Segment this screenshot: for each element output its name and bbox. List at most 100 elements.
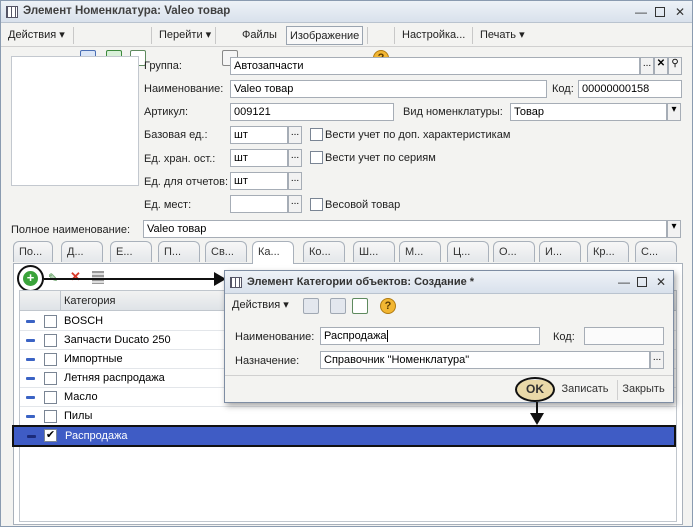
dialog-name-label: Наименование: (235, 331, 315, 343)
series-checkbox[interactable] (310, 151, 323, 164)
minimize-button[interactable]: — (634, 5, 648, 19)
go-menu[interactable]: Перейти ▾ (156, 26, 214, 45)
extra-chars-checkbox[interactable] (310, 128, 323, 141)
dialog-refresh-icon[interactable] (330, 298, 346, 314)
row-checkbox[interactable]: ✔ (44, 429, 57, 442)
report-unit-select-button[interactable]: ... (288, 172, 302, 190)
storage-unit-label: Ед. хран. ост.: (144, 153, 216, 165)
full-name-field[interactable]: Valeo товар (143, 220, 667, 238)
dialog-help-icon[interactable]: ? (380, 298, 396, 314)
delete-icon[interactable]: ✕ (70, 270, 82, 283)
separator (367, 27, 368, 44)
dialog-purpose-select-button[interactable]: ... (650, 351, 664, 369)
separator (472, 27, 473, 44)
article-field[interactable]: 009121 (230, 103, 394, 121)
tab-7[interactable]: Ш... (353, 241, 395, 262)
table-row-selected[interactable]: ✔ Распродажа (12, 425, 676, 447)
dialog-footer-divider (225, 375, 673, 376)
row-checkbox[interactable] (44, 410, 57, 423)
settings-button[interactable]: Настройка... (399, 26, 468, 45)
dialog-minimize-button[interactable]: — (617, 275, 631, 289)
separator (151, 27, 152, 44)
dialog-purpose-field[interactable]: Справочник "Номенклатура" (320, 351, 650, 369)
code-field[interactable]: 00000000158 (578, 80, 682, 98)
separator (215, 27, 216, 44)
dialog-purpose-label: Назначение: (235, 355, 300, 367)
group-search-icon[interactable]: ⚲ (668, 57, 682, 75)
item-marker-icon (27, 435, 36, 438)
category-column-header[interactable]: Категория (64, 295, 115, 307)
tab-6[interactable]: Ко... (303, 241, 345, 262)
code-label: Код: (552, 83, 574, 95)
dialog-copy-icon[interactable] (352, 298, 368, 314)
row-checkbox[interactable] (44, 372, 57, 385)
tab-9[interactable]: Ц... (447, 241, 489, 262)
tab-13[interactable]: С... (635, 241, 677, 262)
actions-menu[interactable]: Действия ▾ (5, 26, 68, 45)
print-label: Печать (480, 29, 517, 41)
dialog-actions-menu[interactable]: Действия ▾ (229, 296, 292, 315)
main-toolbar: Действия ▾ Перейти ▾ Файлы Изображение ?… (1, 24, 692, 66)
kind-field[interactable]: Товар (510, 103, 667, 121)
storage-unit-field[interactable]: шт (230, 149, 288, 167)
row-label: Запчасти Ducato 250 (64, 334, 171, 346)
tab-10[interactable]: О... (493, 241, 535, 262)
item-marker-icon (26, 320, 35, 323)
place-unit-select-button[interactable]: ... (288, 195, 302, 213)
full-name-dropdown-icon[interactable]: ▾ (667, 220, 681, 238)
image-button[interactable]: Изображение (286, 26, 364, 45)
tab-3[interactable]: П... (158, 241, 200, 262)
base-unit-field[interactable]: шт (230, 126, 288, 144)
dialog-close-button[interactable]: ✕ (654, 275, 668, 289)
dialog-code-field[interactable] (584, 327, 664, 345)
base-unit-select-button[interactable]: ... (288, 126, 302, 144)
tab-1[interactable]: Д... (61, 241, 103, 262)
tab-8[interactable]: М... (399, 241, 441, 262)
dialog-maximize-button[interactable] (635, 275, 649, 289)
column-divider (60, 291, 61, 311)
kind-dropdown-icon[interactable]: ▾ (667, 103, 681, 121)
report-unit-field[interactable]: шт (230, 172, 288, 190)
image-area[interactable] (11, 56, 139, 186)
kind-label: Вид номенклатуры: (403, 106, 503, 118)
report-unit-label: Ед. для отчетов: (144, 176, 229, 188)
group-select-button[interactable]: ... (640, 57, 654, 75)
group-field[interactable]: Автозапчасти (230, 57, 640, 75)
weight-checkbox[interactable] (310, 198, 323, 211)
row-checkbox[interactable] (44, 334, 57, 347)
name-field[interactable]: Valeo товар (230, 80, 547, 98)
dialog-name-field[interactable]: Распродажа (320, 327, 540, 345)
full-name-label: Полное наименование: (11, 224, 131, 236)
close-button[interactable]: ✕ (673, 5, 687, 19)
row-checkbox[interactable] (44, 315, 57, 328)
tab-0[interactable]: По... (13, 241, 53, 262)
tab-11[interactable]: И... (539, 241, 581, 262)
main-window: Элемент Номенклатура: Valeo товар — ✕ Де… (0, 0, 693, 527)
tab-4[interactable]: Св... (205, 241, 247, 262)
category-dialog: Элемент Категории объектов: Создание * —… (224, 270, 674, 403)
extra-chars-label: Вести учет по доп. характеристикам (325, 129, 511, 141)
arrow-to-dialog (44, 278, 226, 280)
tab-12[interactable]: Кр... (587, 241, 629, 262)
dialog-save-icon[interactable] (303, 298, 319, 314)
group-clear-button[interactable]: ✕ (654, 57, 668, 75)
dialog-close-text-button[interactable]: Закрыть (617, 380, 669, 400)
storage-unit-select-button[interactable]: ... (288, 149, 302, 167)
row-checkbox[interactable] (44, 391, 57, 404)
dialog-code-label: Код: (553, 331, 575, 343)
row-label: Пилы (64, 410, 93, 422)
save-button[interactable]: Записать (559, 380, 611, 400)
name-label: Наименование: (144, 83, 224, 95)
tab-2[interactable]: Е... (110, 241, 152, 262)
row-checkbox[interactable] (44, 353, 57, 366)
weight-label: Весовой товар (325, 199, 401, 211)
article-label: Артикул: (144, 106, 189, 118)
files-button[interactable]: Файлы (239, 26, 280, 45)
dialog-form-icon (230, 277, 242, 288)
tab-categories[interactable]: Ка... (252, 241, 294, 264)
base-unit-label: Базовая ед.: (144, 129, 208, 141)
print-menu[interactable]: Печать ▾ (477, 26, 528, 45)
maximize-button[interactable] (653, 5, 667, 19)
table-row[interactable]: Пилы (20, 407, 676, 426)
place-unit-field[interactable] (230, 195, 288, 213)
